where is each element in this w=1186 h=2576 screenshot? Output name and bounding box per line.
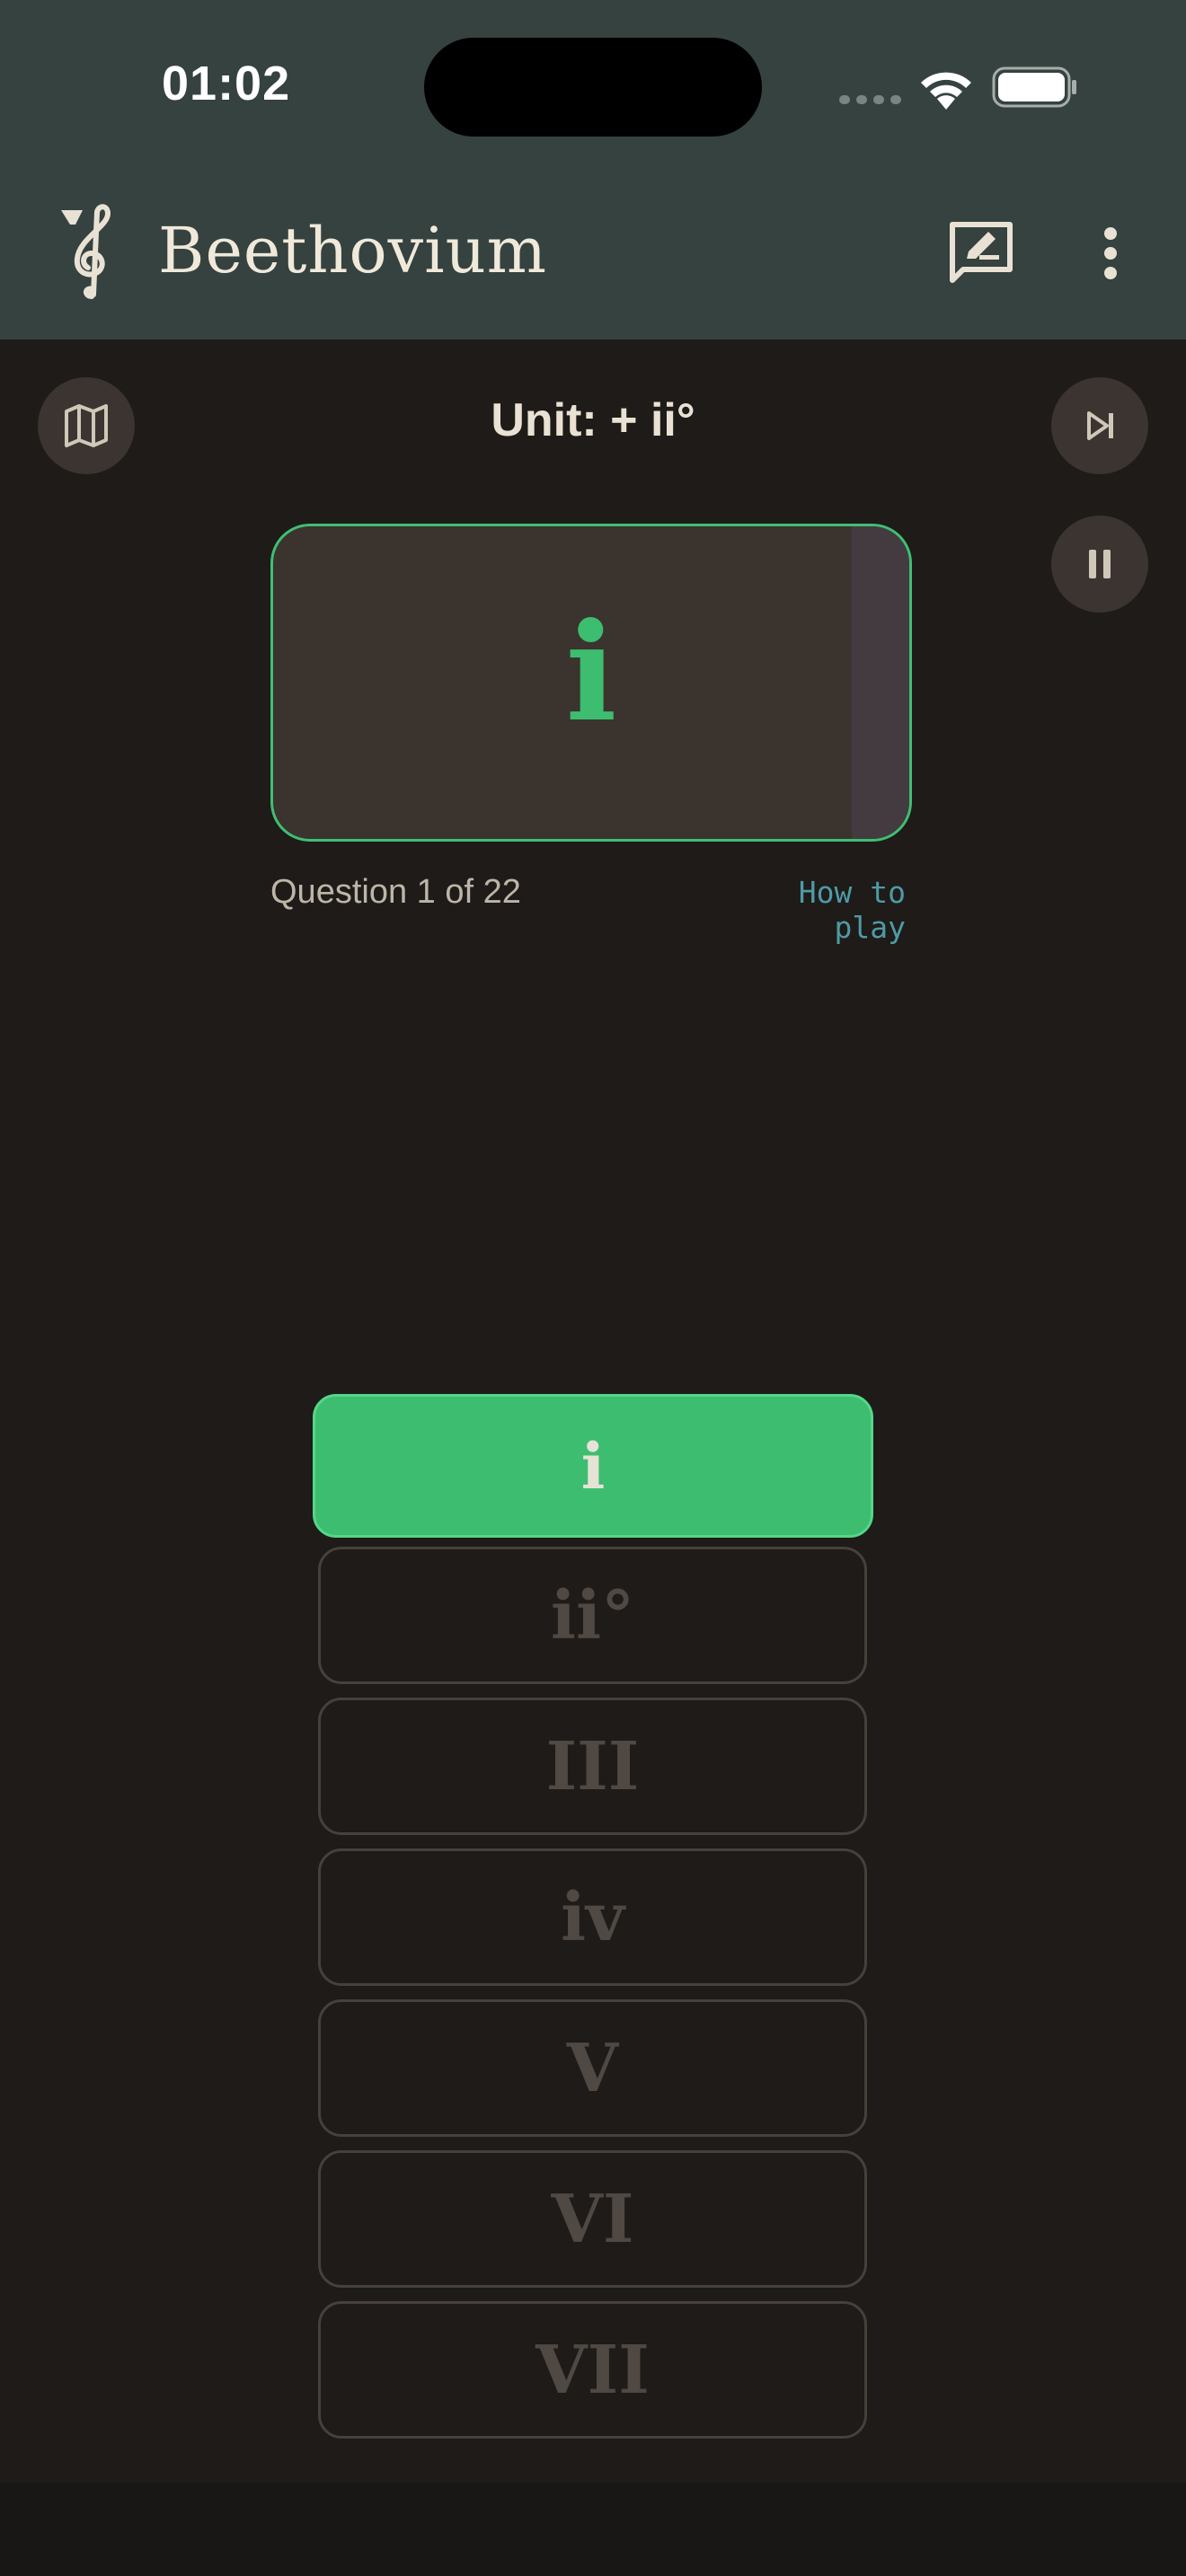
status-time: 01:02	[162, 57, 291, 110]
answer-button-iv[interactable]: iv	[318, 1848, 867, 1986]
more-vertical-icon[interactable]	[1087, 225, 1134, 282]
unit-title: Unit: + ii°	[491, 394, 695, 446]
treble-clef-logo-icon	[61, 204, 111, 299]
cellular-signal-icon	[839, 95, 901, 104]
skip-button[interactable]	[1051, 377, 1148, 474]
wifi-icon	[921, 72, 971, 110]
feedback-edit-icon[interactable]	[947, 219, 1015, 287]
answer-button-V[interactable]: V	[318, 1999, 867, 2137]
map-icon	[65, 404, 108, 447]
app-header: 01:02 Beethovium	[0, 0, 1186, 340]
answer-button-ii-dim[interactable]: ii°	[318, 1547, 867, 1684]
question-progress: Question 1 of 22	[270, 873, 521, 911]
answer-button-III[interactable]: III	[318, 1698, 867, 1835]
skip-next-icon	[1087, 411, 1113, 440]
pause-button[interactable]	[1051, 516, 1148, 613]
battery-icon	[992, 66, 1076, 108]
answer-button-VI[interactable]: VI	[318, 2150, 867, 2288]
question-card: i	[270, 524, 912, 842]
question-chord: i	[565, 594, 617, 752]
bottom-safe-area	[0, 2483, 1186, 2576]
app-title: Beethovium	[158, 214, 548, 287]
pause-icon	[1089, 550, 1111, 578]
map-button[interactable]	[38, 377, 135, 474]
answer-button-VII[interactable]: VII	[318, 2301, 867, 2439]
answer-button-i[interactable]: i	[313, 1394, 873, 1538]
dynamic-island	[424, 38, 762, 137]
how-to-play-link[interactable]: How to play	[710, 875, 906, 945]
